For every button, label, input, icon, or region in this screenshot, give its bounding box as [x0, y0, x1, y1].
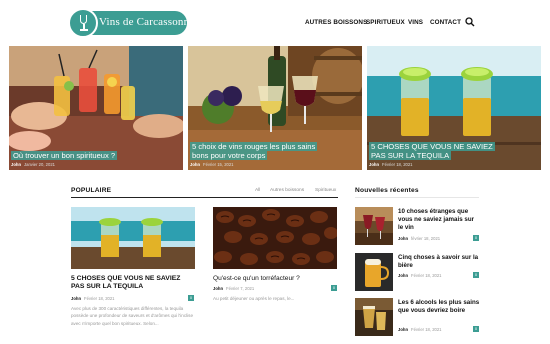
nav-item-autres-boissons[interactable]: AUTRES BOISSONS — [305, 19, 367, 26]
hero-title[interactable]: 5 choix de vins rouges les plus sains bo… — [190, 142, 318, 161]
article-author[interactable]: John — [213, 286, 223, 291]
recent-date: Février 18, 2021 — [411, 327, 442, 332]
article-date: Février 7, 2021 — [226, 286, 255, 291]
recent-heading: Nouvelles récentes — [355, 187, 419, 194]
hero-author[interactable]: John — [11, 162, 21, 167]
recent-author[interactable]: John — [398, 327, 408, 332]
comment-count-badge[interactable]: 0 — [473, 272, 479, 278]
hero-author[interactable]: John — [190, 162, 200, 167]
nav-item-spiritueux[interactable]: SPIRITUEUX — [366, 19, 405, 26]
article-excerpt: Avec plus de 300 caractéristiques différ… — [71, 306, 194, 326]
comment-count-badge[interactable]: 0 — [473, 326, 479, 332]
comment-count-badge[interactable]: 0 — [331, 285, 337, 291]
filter-spiritueux[interactable]: Spiritueux — [315, 188, 336, 193]
search-icon[interactable] — [465, 17, 475, 27]
popular-heading: POPULAIRE — [71, 187, 112, 194]
recent-author[interactable]: John — [398, 273, 408, 278]
recent-meta: John février 18, 2021 — [398, 236, 440, 241]
article-date: Février 18, 2021 — [84, 296, 115, 301]
hero-meta: John Janvier 20, 2021 — [11, 162, 55, 167]
hero-card-3[interactable]: 5 CHOSES QUE VOUS NE SAVIEZ PAS SUR LA T… — [367, 46, 541, 170]
hero-date: Janvier 20, 2021 — [24, 162, 55, 167]
article-author[interactable]: John — [71, 296, 81, 301]
recent-meta: John Février 18, 2021 — [398, 327, 442, 332]
article-image-coffee[interactable] — [213, 207, 337, 269]
hero-title[interactable]: Où trouver un bon spiritueux ? — [11, 151, 118, 160]
article-excerpt: Au petit déjeuner ou après le repas, le.… — [213, 296, 295, 301]
hero-meta: John Février 18, 2021 — [369, 162, 413, 167]
recent-thumb-beer[interactable] — [355, 253, 393, 291]
recent-thumb-alcohol[interactable] — [355, 298, 393, 336]
comment-count-badge[interactable]: 0 — [188, 295, 194, 301]
popular-divider — [71, 197, 338, 198]
recent-title[interactable]: Cinq choses à savoir sur la bière — [398, 254, 480, 270]
hero-card-1[interactable]: Où trouver un bon spiritueux ? John Janvi… — [9, 46, 183, 170]
article-meta: John Février 7, 2021 — [213, 286, 254, 291]
hero-meta: John Février 15, 2021 — [190, 162, 234, 167]
hero-title[interactable]: 5 CHOSES QUE VOUS NE SAVIEZ PAS SUR LA T… — [369, 142, 495, 161]
nav-item-contact[interactable]: CONTACT — [430, 19, 461, 26]
recent-thumb-wine[interactable] — [355, 207, 393, 245]
recent-meta: John Février 18, 2021 — [398, 273, 442, 278]
article-title[interactable]: 5 CHOSES QUE VOUS NE SAVIEZ PAS SUR LA T… — [71, 275, 195, 292]
hero-author[interactable]: John — [369, 162, 379, 167]
hero-card-2[interactable]: 5 choix de vins rouges les plus sains bo… — [188, 46, 362, 170]
article-meta: John Février 18, 2021 — [71, 296, 115, 301]
site-header: Vins de Carcassonne AUTRES BOISSONS SPIR… — [0, 0, 550, 45]
article-image-tequila[interactable] — [71, 207, 195, 269]
hero-date: Février 15, 2021 — [203, 162, 234, 167]
recent-divider — [355, 197, 479, 198]
article-title[interactable]: Qu'est-ce qu'un torréfacteur ? — [213, 275, 337, 283]
nav-item-vins[interactable]: VINS — [408, 19, 423, 26]
filter-all[interactable]: All — [255, 188, 260, 193]
recent-date: février 18, 2021 — [411, 236, 441, 241]
filter-autres-boissons[interactable]: Autres boissons — [270, 188, 304, 193]
recent-title[interactable]: 10 choses étranges que vous ne saviez ja… — [398, 208, 480, 232]
recent-author[interactable]: John — [398, 236, 408, 241]
hero-date: Février 18, 2021 — [382, 162, 413, 167]
recent-date: Février 18, 2021 — [411, 273, 442, 278]
comment-count-badge[interactable]: 0 — [473, 235, 479, 241]
recent-title[interactable]: Les 6 alcools les plus sains que vous de… — [398, 299, 480, 315]
